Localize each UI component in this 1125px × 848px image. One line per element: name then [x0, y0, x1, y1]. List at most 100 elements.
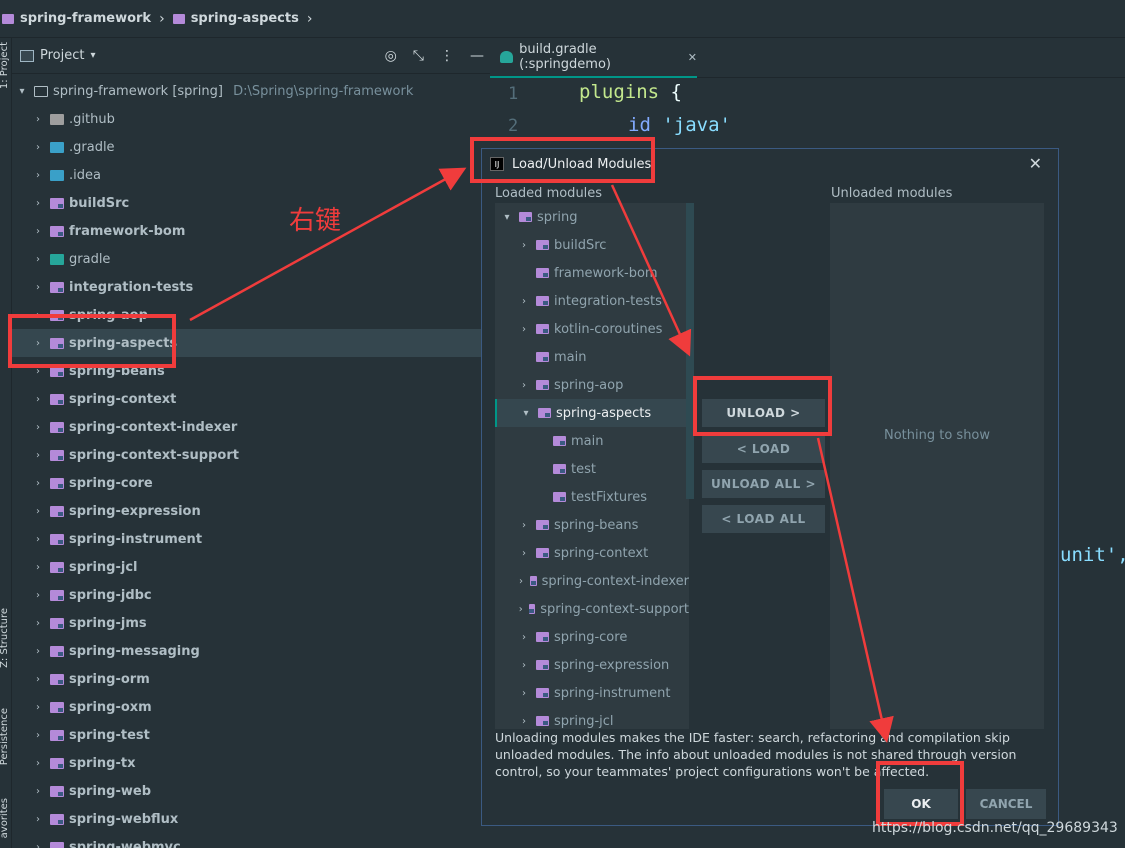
project-view-selector[interactable]: Project ▾ [20, 48, 96, 63]
tool-tab-persistence[interactable]: Persistence [0, 708, 10, 765]
chevron-right-icon[interactable]: › [32, 646, 44, 657]
chevron-right-icon[interactable]: › [518, 716, 530, 727]
chevron-right-icon[interactable]: › [32, 786, 44, 797]
tree-item-spring-test[interactable]: › spring-test [12, 721, 481, 749]
chevron-right-icon[interactable]: › [518, 380, 530, 391]
module-row[interactable]: framework-bom [495, 259, 689, 287]
tree-item-dot-idea[interactable]: › .idea [12, 161, 481, 189]
chevron-right-icon[interactable]: › [32, 590, 44, 601]
chevron-right-icon[interactable]: › [518, 324, 530, 335]
tree-item-spring-web[interactable]: › spring-web [12, 777, 481, 805]
module-row[interactable]: main [495, 427, 689, 455]
chevron-right-icon[interactable]: › [32, 114, 44, 125]
chevron-right-icon[interactable]: › [518, 604, 523, 615]
module-row[interactable]: › buildSrc [495, 231, 689, 259]
chevron-right-icon[interactable]: › [518, 660, 530, 671]
tree-item-integration-tests[interactable]: › integration-tests [12, 273, 481, 301]
module-row[interactable]: › spring-context-indexer [495, 567, 689, 595]
close-icon[interactable]: ✕ [688, 51, 697, 64]
module-row[interactable]: › spring-expression [495, 651, 689, 679]
chevron-right-icon[interactable]: › [32, 170, 44, 181]
locate-icon[interactable]: ◎ [385, 48, 397, 64]
chevron-right-icon[interactable]: › [32, 394, 44, 405]
tree-item-spring-context-indexer[interactable]: › spring-context-indexer [12, 413, 481, 441]
chevron-right-icon[interactable]: › [32, 730, 44, 741]
chevron-right-icon[interactable]: › [32, 842, 44, 848]
chevron-right-icon[interactable]: › [32, 282, 44, 293]
tree-item-spring-instrument[interactable]: › spring-instrument [12, 525, 481, 553]
chevron-right-icon[interactable]: › [32, 674, 44, 685]
unloaded-modules-list[interactable]: Nothing to show [830, 203, 1044, 729]
hide-icon[interactable]: — [470, 48, 484, 64]
tree-item-dot-gradle[interactable]: › .gradle [12, 133, 481, 161]
tree-item-spring-context[interactable]: › spring-context [12, 385, 481, 413]
tree-item-buildSrc[interactable]: › buildSrc [12, 189, 481, 217]
chevron-right-icon[interactable]: › [32, 758, 44, 769]
module-row[interactable]: › spring-jcl [495, 707, 689, 729]
tool-tab-favorites[interactable]: avorites [0, 798, 10, 838]
chevron-right-icon[interactable]: › [32, 618, 44, 629]
tree-item-framework-bom[interactable]: › framework-bom [12, 217, 481, 245]
chevron-down-icon[interactable]: ▾ [520, 408, 532, 419]
tree-item-spring-oxm[interactable]: › spring-oxm [12, 693, 481, 721]
chevron-right-icon[interactable]: › [518, 576, 524, 587]
tool-tab-project[interactable]: 1: Project [0, 42, 10, 89]
tree-item-spring-webmvc[interactable]: › spring-webmvc [12, 833, 481, 848]
chevron-right-icon[interactable]: › [32, 478, 44, 489]
chevron-right-icon[interactable]: › [518, 632, 530, 643]
unload-all-button[interactable]: UNLOAD ALL > [702, 470, 825, 498]
cancel-button[interactable]: CANCEL [966, 789, 1046, 819]
tree-item-spring-jcl[interactable]: › spring-jcl [12, 553, 481, 581]
module-row[interactable]: › kotlin-coroutines [495, 315, 689, 343]
module-row[interactable]: main [495, 343, 689, 371]
scrollbar-thumb[interactable] [686, 203, 694, 499]
chevron-right-icon[interactable]: › [32, 562, 44, 573]
tree-item-gradle[interactable]: › gradle [12, 245, 481, 273]
module-row[interactable]: test [495, 455, 689, 483]
tree-item-spring-orm[interactable]: › spring-orm [12, 665, 481, 693]
load-button[interactable]: < LOAD [702, 435, 825, 463]
module-row[interactable]: ▾ spring [495, 203, 689, 231]
chevron-right-icon[interactable]: › [32, 254, 44, 265]
breadcrumb-item-root[interactable]: spring-framework [2, 11, 151, 26]
module-row[interactable]: › spring-aop [495, 371, 689, 399]
module-row[interactable]: ▾ spring-aspects [495, 399, 689, 427]
chevron-right-icon[interactable]: › [32, 450, 44, 461]
module-row[interactable]: › spring-context-support [495, 595, 689, 623]
more-options-icon[interactable]: ⋮ [440, 48, 454, 64]
chevron-right-icon[interactable]: › [32, 814, 44, 825]
tree-item-spring-tx[interactable]: › spring-tx [12, 749, 481, 777]
load-all-button[interactable]: < LOAD ALL [702, 505, 825, 533]
chevron-right-icon[interactable]: › [32, 226, 44, 237]
tool-tab-structure[interactable]: Z: Structure [0, 608, 10, 668]
module-row[interactable]: › spring-context [495, 539, 689, 567]
module-row[interactable]: › spring-beans [495, 511, 689, 539]
chevron-down-icon[interactable]: ▾ [501, 212, 513, 223]
chevron-right-icon[interactable]: › [32, 422, 44, 433]
tree-root-row[interactable]: ▾ spring-framework [spring] D:\Spring\sp… [12, 77, 481, 105]
tree-item-spring-core[interactable]: › spring-core [12, 469, 481, 497]
collapse-all-icon[interactable]: ⤡ [413, 48, 424, 64]
module-row[interactable]: testFixtures [495, 483, 689, 511]
chevron-right-icon[interactable]: › [32, 702, 44, 713]
chevron-right-icon[interactable]: › [518, 548, 530, 559]
tree-item-spring-webflux[interactable]: › spring-webflux [12, 805, 481, 833]
breadcrumb-item-module[interactable]: spring-aspects [172, 11, 299, 26]
tree-item-dot-github[interactable]: › .github [12, 105, 481, 133]
tree-item-spring-jdbc[interactable]: › spring-jdbc [12, 581, 481, 609]
tree-item-spring-jms[interactable]: › spring-jms [12, 609, 481, 637]
chevron-right-icon[interactable]: › [518, 240, 530, 251]
module-row[interactable]: › integration-tests [495, 287, 689, 315]
module-row[interactable]: › spring-core [495, 623, 689, 651]
chevron-right-icon[interactable]: › [32, 506, 44, 517]
chevron-right-icon[interactable]: › [32, 198, 44, 209]
chevron-right-icon[interactable]: › [518, 688, 530, 699]
tab-build-gradle[interactable]: build.gradle (:springdemo) ✕ [490, 38, 697, 78]
chevron-right-icon[interactable]: › [32, 534, 44, 545]
chevron-right-icon[interactable]: › [518, 296, 530, 307]
tree-item-spring-context-support[interactable]: › spring-context-support [12, 441, 481, 469]
chevron-right-icon[interactable]: › [518, 520, 530, 531]
chevron-right-icon[interactable]: › [32, 142, 44, 153]
tree-item-spring-expression[interactable]: › spring-expression [12, 497, 481, 525]
tree-item-spring-messaging[interactable]: › spring-messaging [12, 637, 481, 665]
